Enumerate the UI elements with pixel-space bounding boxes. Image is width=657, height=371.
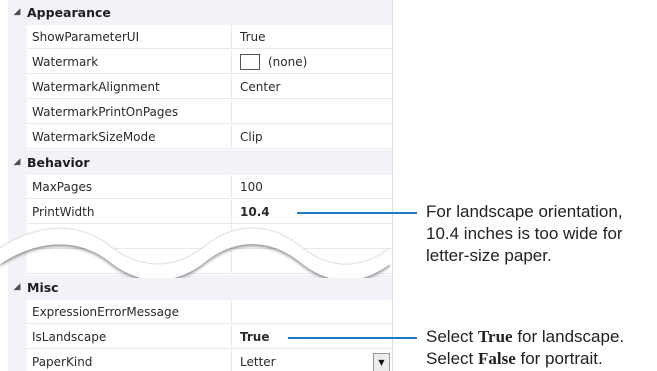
category-misc[interactable]: ◢ Misc bbox=[8, 275, 392, 300]
row-gutter bbox=[8, 125, 27, 150]
collapse-triangle-icon[interactable]: ◢ bbox=[10, 4, 24, 20]
property-row-watermarkprintonpages[interactable]: WatermarkPrintOnPages bbox=[8, 100, 392, 125]
callout-line-1: For landscape orientation, bbox=[426, 202, 623, 221]
category-appearance[interactable]: ◢ Appearance bbox=[8, 0, 392, 25]
property-name: WatermarkAlignment bbox=[27, 75, 232, 99]
property-row-watermark[interactable]: Watermark (none) bbox=[8, 50, 392, 75]
callout-text-part: Select bbox=[426, 349, 478, 368]
row-gutter bbox=[8, 325, 27, 350]
callout-line-3: letter-size paper. bbox=[426, 246, 552, 265]
property-name: Watermark bbox=[27, 50, 232, 74]
category-label: Behavior bbox=[27, 155, 90, 170]
property-row-watermarksizemode[interactable]: WatermarkSizeMode Clip bbox=[8, 125, 392, 150]
callout-islandscape: Select True for landscape. Select False … bbox=[426, 326, 624, 370]
row-gutter bbox=[8, 75, 27, 100]
property-value[interactable]: Clip bbox=[232, 125, 392, 149]
color-swatch-icon[interactable] bbox=[240, 53, 260, 70]
callout-keyword-false: False bbox=[477, 349, 516, 368]
callout-keyword-true: True bbox=[477, 327, 513, 346]
property-row-maxpages[interactable]: MaxPages 100 bbox=[8, 175, 392, 200]
row-gutter bbox=[8, 25, 27, 50]
property-value[interactable] bbox=[232, 300, 392, 324]
property-value-paperkind[interactable]: Letter ▼ bbox=[232, 350, 392, 371]
category-label: Appearance bbox=[27, 5, 111, 20]
torn-break-graphic bbox=[0, 227, 390, 278]
row-gutter bbox=[8, 100, 27, 125]
callout-text-part: for landscape. bbox=[512, 327, 625, 346]
property-grid: ◢ Appearance ShowParameterUI True Waterm… bbox=[8, 0, 393, 371]
property-name: IsLandscape bbox=[27, 325, 232, 349]
property-row-showparameterui[interactable]: ShowParameterUI True bbox=[8, 25, 392, 50]
row-gutter bbox=[8, 350, 27, 371]
category-label: Misc bbox=[27, 280, 59, 295]
callout-line-1: Select True for landscape. bbox=[426, 326, 624, 348]
property-row-paperkind[interactable]: PaperKind Letter ▼ bbox=[8, 350, 392, 371]
property-name: MaxPages bbox=[27, 175, 232, 199]
row-gutter bbox=[8, 50, 27, 75]
property-row-watermarkalignment[interactable]: WatermarkAlignment Center bbox=[8, 75, 392, 100]
collapse-triangle-icon[interactable]: ◢ bbox=[10, 279, 24, 295]
property-value-text: Letter bbox=[240, 355, 276, 369]
property-name: ShowParameterUI bbox=[27, 25, 232, 49]
property-name: WatermarkSizeMode bbox=[27, 125, 232, 149]
callout-leader-printwidth bbox=[297, 212, 417, 214]
row-gutter bbox=[8, 175, 27, 200]
callout-text-part: for portrait. bbox=[515, 349, 603, 368]
property-value[interactable]: Center bbox=[232, 75, 392, 99]
property-value-text: (none) bbox=[268, 55, 308, 69]
property-name: WatermarkPrintOnPages bbox=[27, 100, 232, 124]
callout-leader-islandscape bbox=[288, 337, 417, 339]
callout-line-2: 10.4 inches is too wide for bbox=[426, 224, 623, 243]
property-value[interactable] bbox=[232, 100, 392, 124]
property-value[interactable]: 100 bbox=[232, 175, 392, 199]
property-value[interactable]: True bbox=[232, 25, 392, 49]
property-name: ExpressionErrorMessage bbox=[27, 300, 232, 324]
callout-printwidth: For landscape orientation, 10.4 inches i… bbox=[426, 201, 623, 267]
row-gutter bbox=[8, 300, 27, 325]
property-value-watermark[interactable]: (none) bbox=[232, 50, 392, 74]
collapse-triangle-icon[interactable]: ◢ bbox=[10, 154, 24, 170]
property-name: PaperKind bbox=[27, 350, 232, 371]
category-behavior[interactable]: ◢ Behavior bbox=[8, 150, 392, 175]
property-row-expressionerrormessage[interactable]: ExpressionErrorMessage bbox=[8, 300, 392, 325]
dropdown-arrow-icon[interactable]: ▼ bbox=[373, 353, 390, 371]
callout-line-2: Select False for portrait. bbox=[426, 348, 624, 370]
callout-text-part: Select bbox=[426, 327, 478, 346]
